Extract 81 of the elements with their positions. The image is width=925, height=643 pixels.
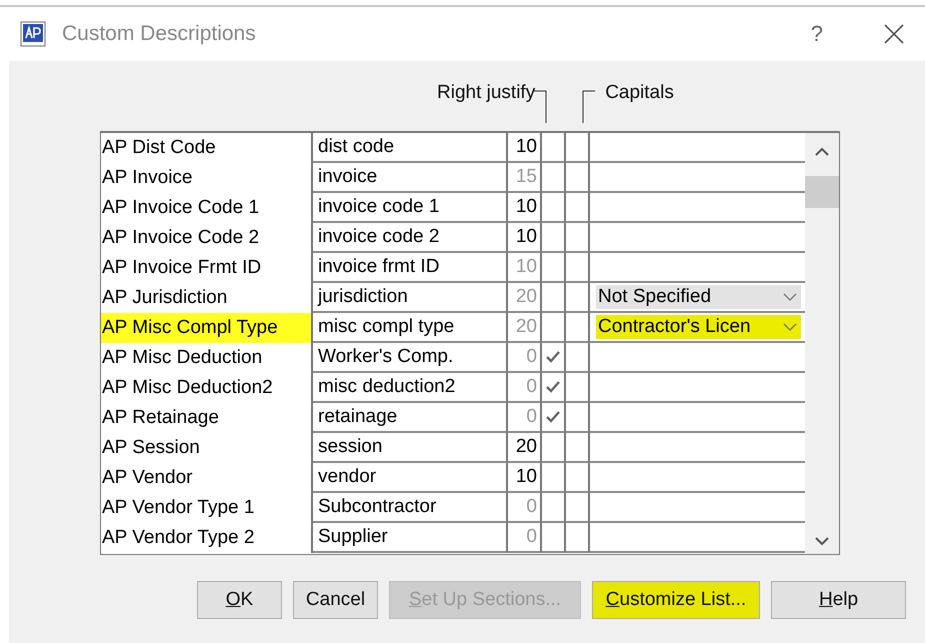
dropdown[interactable]: Contractor's Licen bbox=[596, 315, 801, 339]
table-cell: AP Misc Deduction bbox=[101, 343, 313, 373]
table-cell: AP Misc Compl Type bbox=[101, 313, 313, 343]
description-field[interactable]: dist code bbox=[313, 133, 506, 163]
description-field[interactable]: session bbox=[313, 433, 506, 463]
checkbox[interactable] bbox=[542, 163, 566, 193]
checkbox[interactable] bbox=[566, 493, 590, 523]
checkbox[interactable] bbox=[542, 433, 566, 463]
checkbox[interactable] bbox=[542, 313, 566, 343]
checkbox[interactable] bbox=[566, 373, 590, 403]
table-cell: AP Vendor Type 2 bbox=[101, 523, 313, 553]
table-cell: AP Misc Deduction2 bbox=[101, 373, 313, 403]
description-field[interactable]: misc compl type bbox=[313, 313, 506, 343]
app-icon bbox=[20, 21, 46, 47]
checkbox[interactable] bbox=[566, 133, 590, 163]
checkbox[interactable] bbox=[566, 523, 590, 553]
checkbox[interactable] bbox=[542, 463, 566, 493]
dialog-button[interactable]: Customize List... bbox=[592, 581, 760, 619]
checkmark-icon bbox=[546, 351, 560, 363]
checkbox[interactable] bbox=[542, 223, 566, 253]
length-field[interactable]: 10 bbox=[506, 133, 542, 163]
checkbox[interactable] bbox=[566, 433, 590, 463]
description-field[interactable]: vendor bbox=[313, 463, 506, 493]
description-field[interactable]: misc deduction2 bbox=[313, 373, 506, 403]
description-field[interactable]: jurisdiction bbox=[313, 283, 506, 313]
checkbox[interactable] bbox=[542, 253, 566, 283]
help-button[interactable]: ? bbox=[810, 21, 823, 47]
dropdown[interactable]: Not Specified bbox=[596, 285, 801, 309]
dialog-button[interactable]: OK bbox=[197, 581, 282, 619]
checkmark-icon bbox=[546, 381, 560, 393]
checkbox[interactable] bbox=[566, 253, 590, 283]
checkbox[interactable] bbox=[566, 193, 590, 223]
checkbox[interactable] bbox=[542, 523, 566, 553]
chevron-down-icon[interactable] bbox=[815, 537, 829, 546]
scrollbar[interactable] bbox=[805, 133, 839, 554]
description-field[interactable]: invoice code 1 bbox=[313, 193, 506, 223]
checkbox[interactable] bbox=[566, 343, 590, 373]
length-field[interactable]: 10 bbox=[506, 223, 542, 253]
checkbox[interactable] bbox=[542, 133, 566, 163]
checkbox[interactable] bbox=[566, 463, 590, 493]
table-cell: AP Vendor bbox=[101, 463, 313, 493]
checkbox[interactable] bbox=[566, 223, 590, 253]
chevron-down-icon bbox=[783, 322, 797, 332]
chevron-down-icon bbox=[783, 292, 797, 302]
table-cell: AP Invoice bbox=[101, 163, 313, 193]
length-field[interactable]: 20 bbox=[506, 433, 542, 463]
checkbox[interactable] bbox=[566, 403, 590, 433]
checkbox[interactable] bbox=[542, 403, 566, 433]
length-field[interactable]: 10 bbox=[506, 463, 542, 493]
description-field[interactable]: invoice bbox=[313, 163, 506, 193]
close-icon[interactable] bbox=[883, 23, 905, 45]
table-cell: AP Invoice Code 1 bbox=[101, 193, 313, 223]
checkbox[interactable] bbox=[542, 493, 566, 523]
column-header: Right justify bbox=[437, 81, 536, 105]
checkmark-icon bbox=[546, 411, 560, 423]
description-field[interactable]: Worker's Comp. bbox=[313, 343, 506, 373]
checkbox[interactable] bbox=[542, 193, 566, 223]
checkbox[interactable] bbox=[542, 373, 566, 403]
scrollbar-thumb[interactable] bbox=[805, 176, 839, 208]
checkbox[interactable] bbox=[566, 313, 590, 343]
dialog-button[interactable]: Help bbox=[771, 581, 906, 619]
checkbox[interactable] bbox=[542, 343, 566, 373]
chevron-up-icon[interactable] bbox=[815, 147, 829, 156]
dialog-button[interactable]: Cancel bbox=[293, 581, 378, 619]
table-cell: AP Retainage bbox=[101, 403, 313, 433]
window-title: Custom Descriptions bbox=[62, 22, 256, 46]
description-field[interactable]: Supplier bbox=[313, 523, 506, 553]
table-cell: AP Vendor Type 1 bbox=[101, 493, 313, 523]
checkbox[interactable] bbox=[566, 283, 590, 313]
description-field[interactable]: invoice code 2 bbox=[313, 223, 506, 253]
table-cell: AP Session bbox=[101, 433, 313, 463]
description-field[interactable]: retainage bbox=[313, 403, 506, 433]
length-field[interactable]: 10 bbox=[506, 193, 542, 223]
table-cell: AP Invoice Code 2 bbox=[101, 223, 313, 253]
column-header: Capitals bbox=[605, 81, 674, 105]
table-cell: AP Invoice Frmt ID bbox=[101, 253, 313, 283]
checkbox[interactable] bbox=[542, 283, 566, 313]
description-field[interactable]: invoice frmt ID bbox=[313, 253, 506, 283]
description-field[interactable]: Subcontractor bbox=[313, 493, 506, 523]
checkbox[interactable] bbox=[566, 163, 590, 193]
table-cell: AP Dist Code bbox=[101, 133, 313, 163]
